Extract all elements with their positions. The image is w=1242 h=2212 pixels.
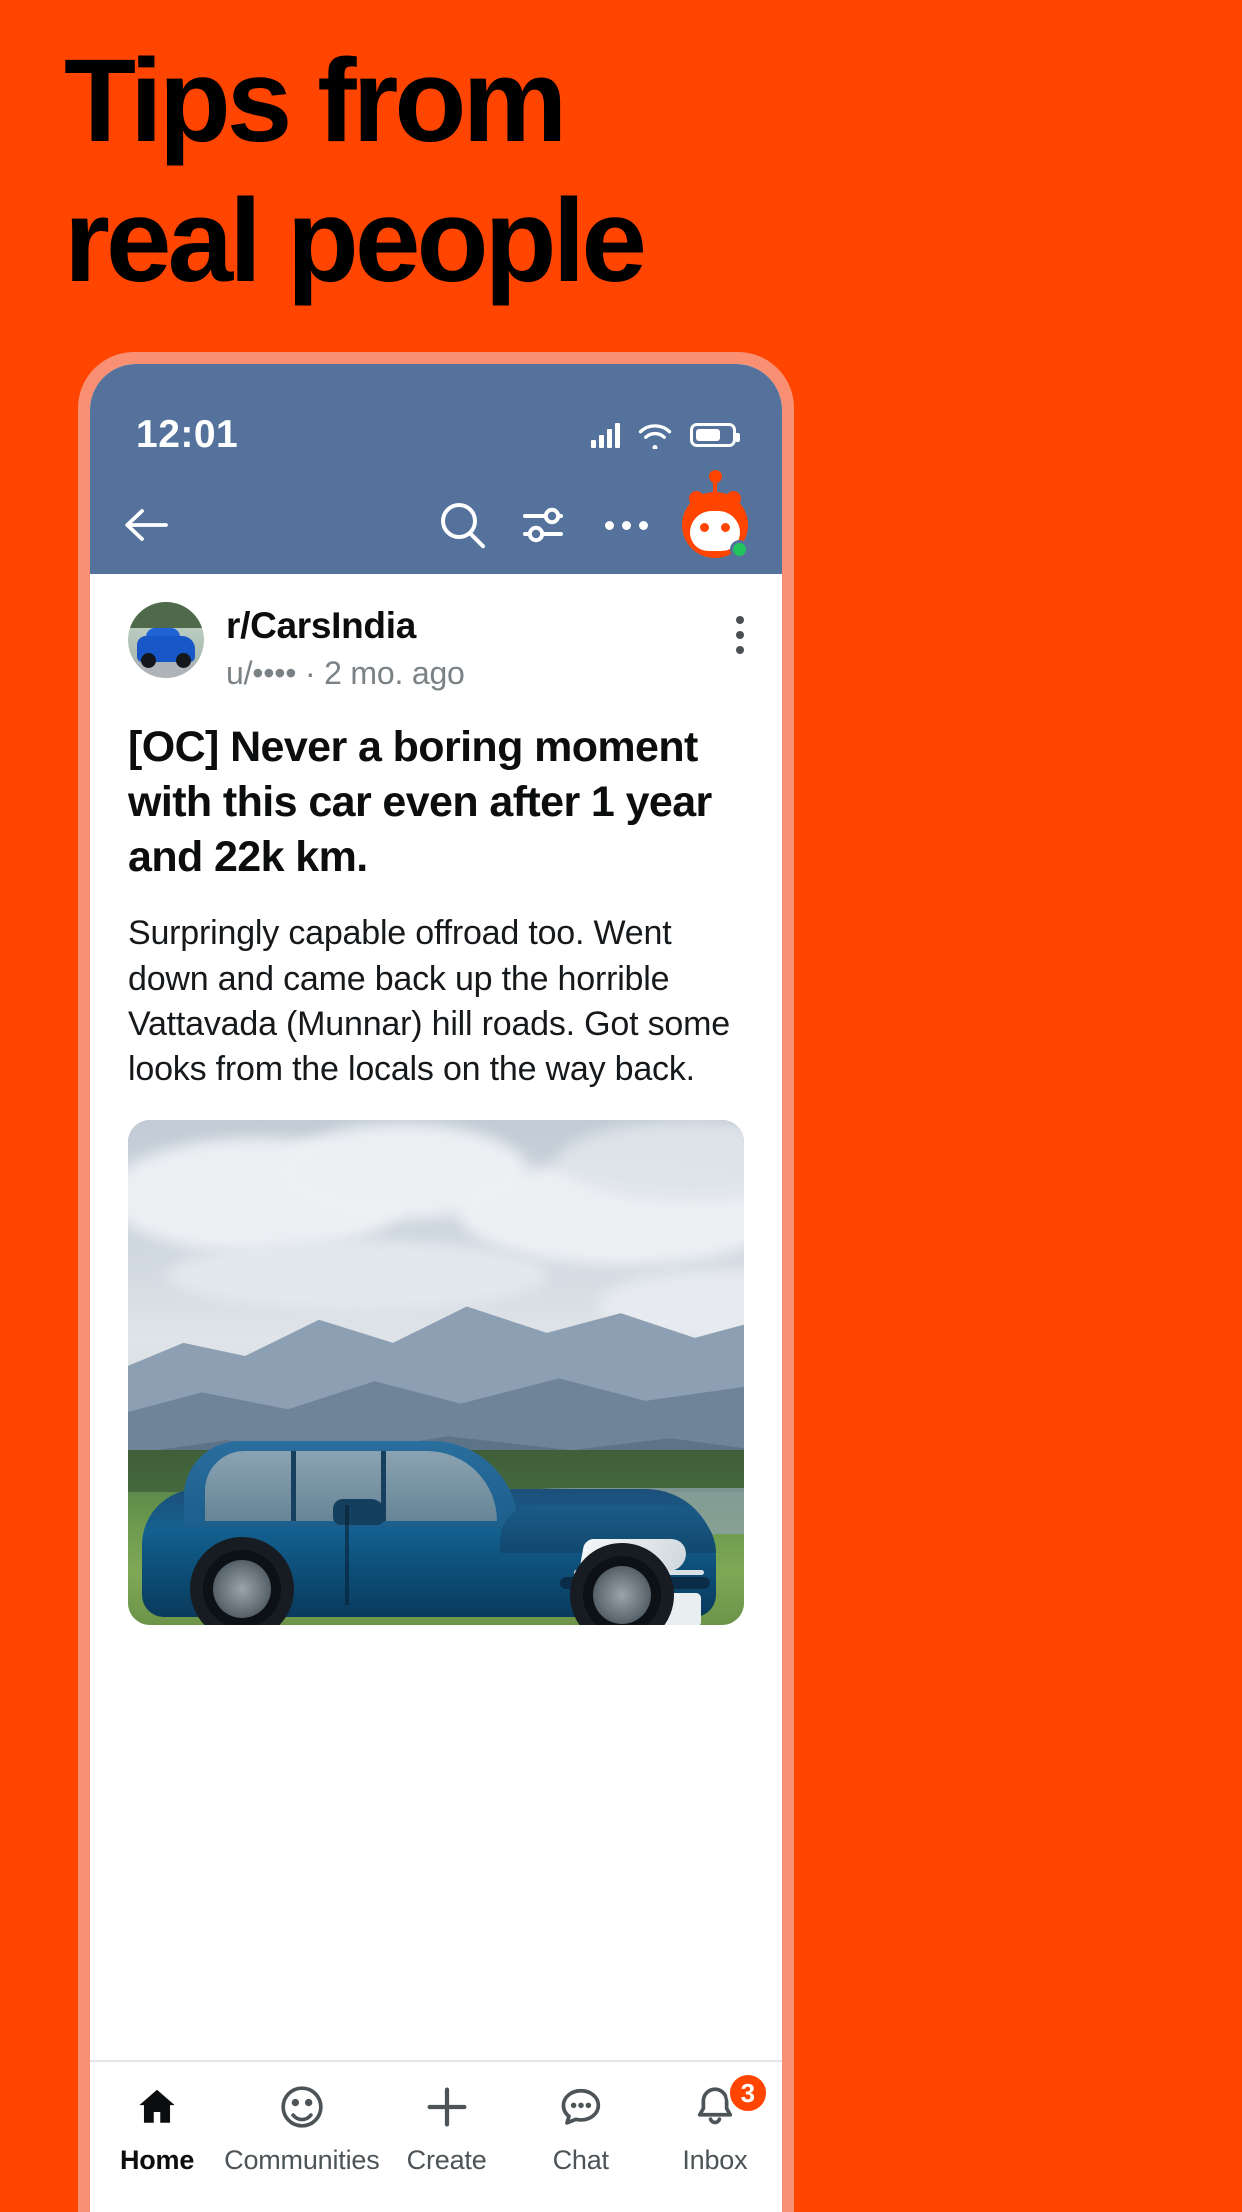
more-vertical-icon: [736, 646, 744, 654]
status-bar-icons: [591, 422, 740, 449]
post-body-text: Surpringly capable offroad too. Went dow…: [128, 914, 730, 1088]
nav-item-chat[interactable]: Chat: [514, 2080, 648, 2176]
filter-button[interactable]: [519, 499, 571, 551]
nav-item-inbox[interactable]: 3 Inbox: [648, 2072, 782, 2176]
avatar-foliage: [128, 602, 204, 628]
nav-label-communities: Communities: [224, 2145, 380, 2175]
car-door-line: [345, 1505, 350, 1606]
nav-label-create: Create: [406, 2145, 487, 2175]
headline-line-1: Tips from: [64, 35, 567, 167]
more-button[interactable]: [601, 520, 652, 530]
status-bar: 12:01: [90, 364, 782, 476]
back-arrow-icon: [125, 509, 168, 541]
filter-sliders-icon: [523, 507, 563, 543]
snoo-antenna: [713, 480, 717, 494]
snoo-ear-left: [689, 491, 704, 506]
avatar-car-wheel: [176, 653, 191, 668]
status-bar-clock: 12:01: [136, 413, 239, 456]
nav-item-home[interactable]: Home: [90, 2080, 224, 2176]
photo-cloud: [168, 1240, 548, 1311]
subreddit-name[interactable]: r/CarsIndia: [226, 604, 736, 648]
account-avatar-button[interactable]: [682, 470, 749, 559]
more-horizontal-icon: [605, 520, 614, 530]
nav-label-chat: Chat: [552, 2145, 609, 2175]
search-button[interactable]: [437, 499, 489, 551]
cellular-signal-icon: [591, 422, 620, 448]
nav-label-inbox: Inbox: [682, 2145, 748, 2175]
car-side-mirror: [333, 1499, 386, 1526]
subreddit-avatar[interactable]: [128, 602, 204, 678]
home-icon: [130, 2080, 184, 2134]
search-icon: [441, 503, 485, 549]
battery-icon: [690, 423, 740, 447]
headline-line-2: real people: [64, 175, 647, 307]
snoo-eye-left: [700, 523, 709, 532]
nav-label-home: Home: [119, 2145, 195, 2175]
avatar-road: [128, 662, 204, 678]
snoo-ear-right: [726, 491, 741, 506]
phone-screen: 12:01 r/CarsIndia u/•••• · 2 mo. ago [OC…: [90, 364, 782, 2212]
online-status-dot: [730, 540, 749, 559]
photo-car: GT: [130, 1395, 728, 1626]
more-horizontal-icon: [622, 520, 631, 530]
car-pillar: [291, 1451, 297, 1522]
post-meta: r/CarsIndia u/•••• · 2 mo. ago: [226, 602, 736, 694]
inbox-unread-badge: 3: [726, 2072, 769, 2114]
post-title: [OC] Never a boring moment with this car…: [128, 723, 712, 882]
post-overflow-button[interactable]: [736, 602, 744, 654]
snoo-eye-right: [721, 523, 730, 532]
post-image[interactable]: GT: [128, 1120, 744, 1626]
nav-actions: [437, 470, 749, 559]
more-vertical-icon: [736, 631, 744, 639]
communities-icon: [275, 2080, 329, 2134]
nav-item-communities[interactable]: Communities: [224, 2080, 380, 2176]
post-byline: u/•••• · 2 mo. ago: [226, 654, 465, 691]
app-nav-bar: [90, 470, 782, 574]
plus-icon: [420, 2080, 474, 2134]
bottom-navigation-bar: Home Communities Create Chat 3 Inbox: [90, 2060, 782, 2212]
post-container: r/CarsIndia u/•••• · 2 mo. ago [OC] Neve…: [90, 574, 782, 1626]
page-title: Tips from real people: [64, 42, 1164, 300]
more-horizontal-icon: [639, 520, 648, 530]
nav-item-create[interactable]: Create: [380, 2080, 514, 2176]
wifi-icon: [638, 423, 672, 449]
chat-bubble-icon: [554, 2080, 608, 2134]
post-header: r/CarsIndia u/•••• · 2 mo. ago: [128, 602, 744, 694]
avatar-car-wheel: [141, 653, 156, 668]
more-vertical-icon: [736, 616, 744, 624]
phone-mockup: 12:01 r/CarsIndia u/•••• · 2 mo. ago [OC…: [78, 352, 794, 2212]
back-button[interactable]: [122, 504, 174, 546]
